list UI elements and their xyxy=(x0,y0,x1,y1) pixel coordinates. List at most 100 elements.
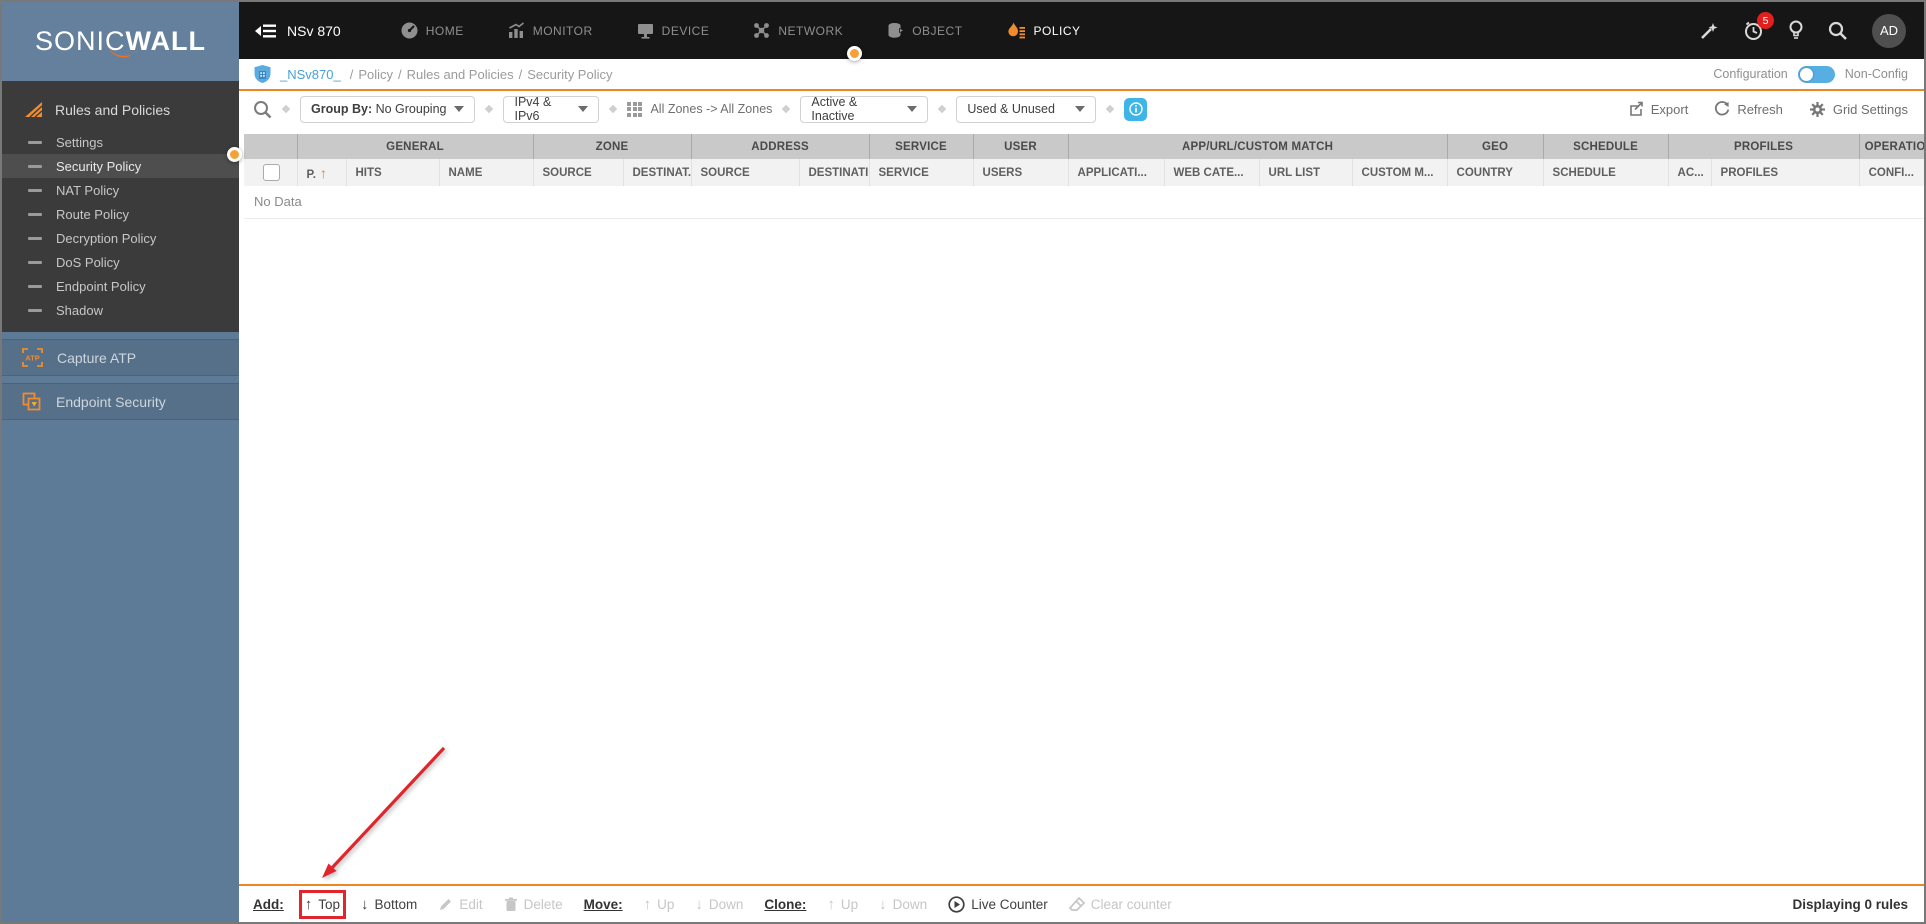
add-top-button[interactable]: ↑ Top xyxy=(298,889,347,919)
sidebar-item-label: Endpoint Policy xyxy=(56,278,146,294)
nav-tab-monitor[interactable]: MONITOR xyxy=(508,22,593,39)
column-header-zone-destination[interactable]: DESTINAT... xyxy=(623,159,692,186)
refresh-label: Refresh xyxy=(1737,101,1783,117)
nav-tab-label: OBJECT xyxy=(912,23,963,38)
sort-ascending-icon: ↑ xyxy=(319,164,327,181)
breadcrumb-device-link[interactable]: _NSv870_ xyxy=(280,67,341,82)
active-state-dropdown[interactable]: Active & Inactive xyxy=(800,95,929,123)
refresh-button[interactable]: Refresh xyxy=(1714,101,1783,117)
firewall-shield-icon xyxy=(254,65,271,83)
column-header-custom-match[interactable]: CUSTOM M... xyxy=(1352,159,1448,186)
group-header-general: GENERAL xyxy=(297,134,534,159)
add-bottom-button[interactable]: ↓ Bottom xyxy=(361,896,417,913)
ip-version-dropdown[interactable]: IPv4 & IPv6 xyxy=(503,95,600,123)
column-header-url-list[interactable]: URL LIST xyxy=(1259,159,1353,186)
sidebar-item-nat-policy[interactable]: NAT Policy xyxy=(2,178,239,202)
sidebar-item-dos-policy[interactable]: DoS Policy xyxy=(2,250,239,274)
grid-settings-button[interactable]: Grid Settings xyxy=(1809,101,1908,118)
sidebar-section-header[interactable]: Rules and Policies xyxy=(2,91,239,130)
sidebar-item-label: NAT Policy xyxy=(56,182,120,198)
sidebar-item-decryption-policy[interactable]: Decryption Policy xyxy=(2,226,239,250)
zone-matrix-button[interactable]: All Zones -> All Zones xyxy=(627,101,772,117)
select-all-checkbox[interactable] xyxy=(263,164,281,181)
sidebar-item-label: Decryption Policy xyxy=(56,230,157,246)
group-header-service: SERVICE xyxy=(869,134,974,159)
export-icon xyxy=(1629,101,1643,116)
nav-tab-object[interactable]: OBJECT xyxy=(887,22,962,39)
edit-button[interactable]: Edit xyxy=(438,897,483,912)
notifications-clock-icon[interactable]: 5 xyxy=(1743,12,1774,41)
arrow-up-icon: ↑ xyxy=(827,895,835,913)
sidebar-item-endpoint-policy[interactable]: Endpoint Policy xyxy=(2,274,239,298)
nav-tab-home[interactable]: HOME xyxy=(401,22,464,39)
separator-diamond xyxy=(609,104,618,114)
sidebar-item-security-policy[interactable]: Security Policy xyxy=(2,154,239,178)
breadcrumb-item-policy[interactable]: Policy xyxy=(358,67,393,82)
move-up-button[interactable]: ↑ Up xyxy=(644,896,675,913)
column-header-priority[interactable]: P. ↑ xyxy=(297,159,347,186)
nav-tab-device[interactable]: DEVICE xyxy=(637,23,710,39)
column-header-name[interactable]: NAME xyxy=(439,159,534,186)
breadcrumb-item-rules-and-policies[interactable]: Rules and Policies xyxy=(407,67,514,82)
capture-atp-icon: ATP xyxy=(22,348,43,367)
column-header-schedule[interactable]: SCHEDULE xyxy=(1543,159,1669,186)
nav-tab-label: NETWORK xyxy=(778,23,844,38)
separator-diamond xyxy=(485,104,494,114)
sidebar-item-label: Settings xyxy=(56,134,103,150)
info-icon[interactable] xyxy=(1124,97,1148,121)
column-header-address-source[interactable]: SOURCE xyxy=(691,159,800,186)
live-counter-button[interactable]: Live Counter xyxy=(948,895,1048,913)
active-state-value: Active & Inactive xyxy=(811,95,858,123)
delete-button[interactable]: Delete xyxy=(504,897,563,912)
group-header-select xyxy=(244,134,298,159)
device-monitor-icon xyxy=(637,23,653,39)
rules-and-policies-icon xyxy=(25,102,43,118)
group-by-dropdown[interactable]: Group By: No Grouping xyxy=(300,95,476,123)
avatar[interactable]: AD xyxy=(1872,13,1906,48)
sidebar-item-capture-atp[interactable]: ATP Capture ATP xyxy=(2,339,239,376)
export-button[interactable]: Export xyxy=(1628,101,1688,117)
sidebar-item-shadow[interactable]: Shadow xyxy=(2,298,239,322)
column-header-application[interactable]: APPLICATI... xyxy=(1068,159,1165,186)
sidebar-item-endpoint-security[interactable]: Endpoint Security xyxy=(2,383,239,420)
column-header-hits[interactable]: HITS xyxy=(346,159,440,186)
table-search-icon[interactable] xyxy=(253,100,272,119)
column-header-service[interactable]: SERVICE xyxy=(869,159,974,186)
config-mode-toggle[interactable] xyxy=(1797,65,1835,83)
column-header-users[interactable]: USERS xyxy=(973,159,1069,186)
search-icon[interactable] xyxy=(1828,21,1848,41)
dash-icon xyxy=(28,188,42,192)
column-header-zone-source[interactable]: SOURCE xyxy=(533,159,624,186)
arrow-up-icon: ↑ xyxy=(304,895,313,913)
ip-version-value: IPv4 & IPv6 xyxy=(514,95,552,123)
select-all-header xyxy=(244,159,298,186)
sidebar-item-settings[interactable]: Settings xyxy=(2,130,239,154)
nav-tab-network[interactable]: NETWORK xyxy=(753,22,843,39)
move-down-button[interactable]: ↓ Down xyxy=(695,896,743,913)
wizard-wand-icon[interactable] xyxy=(1699,21,1719,41)
row-count-status: Displaying 0 rules xyxy=(1792,896,1908,912)
column-header-configure[interactable]: CONFI... xyxy=(1859,159,1924,186)
column-header-address-destination[interactable]: DESTINATI... xyxy=(799,159,870,186)
clear-counter-button[interactable]: Clear counter xyxy=(1068,896,1172,912)
nav-items: HOME MONITOR DEVICE NETWORK OBJECT POLIC… xyxy=(401,22,1081,40)
move-label: Move: xyxy=(583,896,623,912)
column-header-action[interactable]: AC... xyxy=(1668,159,1712,186)
arrow-down-icon: ↓ xyxy=(361,895,369,913)
dash-icon xyxy=(28,308,42,312)
sidebar-item-route-policy[interactable]: Route Policy xyxy=(2,202,239,226)
usage-dropdown[interactable]: Used & Unused xyxy=(956,95,1097,123)
column-header-country[interactable]: COUNTRY xyxy=(1447,159,1544,186)
dash-icon xyxy=(28,140,42,144)
lightbulb-icon[interactable] xyxy=(1788,20,1804,41)
nav-tab-policy[interactable]: POLICY xyxy=(1007,22,1081,40)
collapse-menu-icon[interactable] xyxy=(255,23,277,39)
device-name[interactable]: NSv 870 xyxy=(287,23,341,39)
nav-tab-label: DEVICE xyxy=(661,23,710,38)
clone-down-button[interactable]: ↓ Down xyxy=(879,896,927,913)
chevron-down-icon xyxy=(907,106,918,112)
filter-toolbar: Group By: No Grouping IPv4 & IPv6 All Zo… xyxy=(239,91,1924,127)
column-header-profiles[interactable]: PROFILES xyxy=(1711,159,1860,186)
clone-up-button[interactable]: ↑ Up xyxy=(827,896,858,913)
column-header-web-category[interactable]: WEB CATE... xyxy=(1164,159,1260,186)
